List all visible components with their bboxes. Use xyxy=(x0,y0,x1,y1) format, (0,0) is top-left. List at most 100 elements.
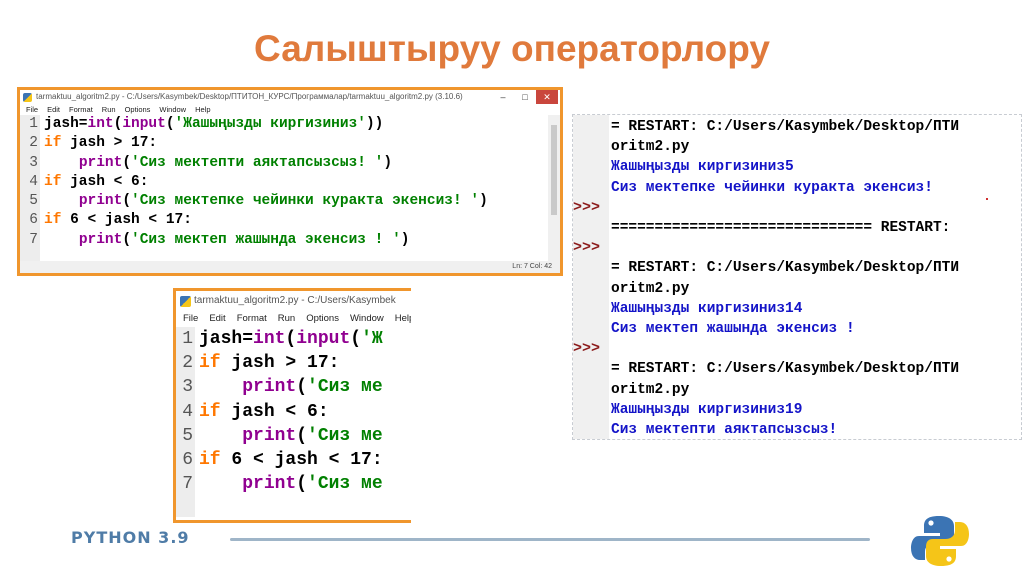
code-line: print('Сиз мектепти аяктапсызсыз! ') xyxy=(44,154,560,173)
code-token: int xyxy=(253,329,286,349)
code-line: if 6 < jash < 17: xyxy=(44,211,560,230)
code-line: jash=int(input('Ж xyxy=(199,327,411,351)
line-number: 3 xyxy=(182,377,193,398)
line-number: 2 xyxy=(182,353,193,374)
scrollbar-thumb[interactable] xyxy=(551,125,557,215)
idle-editor-window-zoomed: tarmaktuu_algoritm2.py - C:/Users/Kasymb… xyxy=(173,288,411,523)
menu-item-edit[interactable]: Edit xyxy=(209,311,225,327)
code-token: 'Сиз ме xyxy=(307,425,383,446)
python-file-icon xyxy=(23,93,32,102)
close-button[interactable]: ✕ xyxy=(536,90,558,104)
shell-text: = RESTART: C:/Users/Kasymbek/Desktop/ПТИ… xyxy=(611,117,960,439)
menu-item-format[interactable]: Format xyxy=(237,311,267,327)
menu-item-file[interactable]: File xyxy=(26,104,38,115)
line-number: 4 xyxy=(29,173,38,190)
prompt-gutter: >>> >>> >>> xyxy=(573,115,609,439)
shell-line: oritm2.py xyxy=(611,139,690,156)
menu-bar: File Edit Format Run Options Window Help xyxy=(20,104,560,115)
code-line: if jash > 17: xyxy=(199,351,411,375)
shell-line: = RESTART: C:/Users/Kasymbek/Desktop/ПТИ xyxy=(611,119,960,135)
shell-prompt: >>> xyxy=(573,239,601,256)
code-line: if 6 < jash < 17: xyxy=(199,448,411,472)
code-token: 'Сиз мектеп жашында экенсиз ! ' xyxy=(131,231,401,248)
code-token: ( xyxy=(122,154,132,171)
status-bar: Ln: 7 Col: 42 xyxy=(20,261,560,273)
shell-line: oritm2.py xyxy=(611,381,690,398)
code-area[interactable]: jash=int(input('Жашыңызды киргизиниз')) i… xyxy=(40,115,560,261)
line-number: 7 xyxy=(182,474,193,495)
menu-item-run[interactable]: Run xyxy=(278,311,295,327)
menu-item-window[interactable]: Window xyxy=(350,311,384,327)
shell-line: Жашыңызды киргизиниз14 xyxy=(611,300,803,317)
code-area[interactable]: jash=int(input('Ж if jash > 17: print('Си… xyxy=(195,327,411,517)
shell-prompt: >>> xyxy=(573,340,601,357)
code-token: ( xyxy=(296,474,308,495)
line-number: 6 xyxy=(182,450,193,471)
code-editor[interactable]: 1234567 jash=int(input('Жашыңызды киргиз… xyxy=(20,115,560,261)
code-token: ( xyxy=(350,329,362,349)
code-token: ( xyxy=(122,231,132,248)
line-number-gutter: 1 2 3 4 5 6 7 xyxy=(176,327,195,517)
python-shell-output[interactable]: >>> >>> >>> = RESTART: C:/Users/Kasymbek… xyxy=(572,114,1022,440)
line-number: 1 xyxy=(29,116,38,132)
code-line: print('Сиз ме xyxy=(199,375,411,399)
python-logo-icon xyxy=(911,516,969,566)
menu-item-run[interactable]: Run xyxy=(102,104,116,115)
python-version-logo: PYTHON 3.9 xyxy=(71,528,190,547)
code-token: print xyxy=(242,425,297,446)
menu-item-help[interactable]: Help xyxy=(395,311,411,327)
code-token: 'Сиз мектепти аяктапсызсыз! ' xyxy=(131,154,384,171)
shell-prompt: >>> xyxy=(573,199,601,216)
code-token: print xyxy=(78,231,123,248)
line-number-gutter: 1 2 3 4 5 6 7 xyxy=(20,115,40,261)
menu-item-edit[interactable]: Edit xyxy=(47,104,60,115)
footer-divider xyxy=(230,538,870,541)
code-token: if xyxy=(199,450,221,471)
minimize-button[interactable]: – xyxy=(492,90,514,104)
shell-line: Жашыңызды киргизиниз19 xyxy=(611,401,803,418)
line-number: 3 xyxy=(29,154,38,171)
code-token: 'Сиз ме xyxy=(307,377,383,398)
code-token: jash < 6: xyxy=(61,173,149,190)
menu-item-options[interactable]: Options xyxy=(306,311,339,327)
code-line: print('Сиз мектеп жашында экенсиз ! ') xyxy=(44,231,560,250)
code-token: jash > 17: xyxy=(61,135,158,152)
code-line: if jash > 17: xyxy=(44,134,560,153)
vertical-scrollbar[interactable] xyxy=(548,115,560,261)
code-token: 'Сиз мектепке чейинки куракта экенсиз! ' xyxy=(131,193,480,210)
shell-line: Сиз мектепке чейинки куракта экенсиз! xyxy=(611,179,933,196)
code-token: ) xyxy=(400,231,410,248)
shell-line: Сиз мектеп жашында экенсиз ! xyxy=(611,321,855,338)
code-line: if jash < 6: xyxy=(199,400,411,424)
code-line: print('Сиз ме xyxy=(199,472,411,496)
shell-line: oritm2.py xyxy=(611,280,690,297)
code-token: if xyxy=(44,212,62,229)
code-token: jash= xyxy=(44,116,88,132)
code-line: if jash < 6: xyxy=(44,173,560,192)
maximize-button[interactable]: □ xyxy=(514,90,536,104)
window-title: tarmaktuu_algoritm2.py - C:/Users/Kasymb… xyxy=(194,295,396,306)
shell-line: = RESTART: C:/Users/Kasymbek/Desktop/ПТИ xyxy=(611,361,960,378)
code-token: 6 < jash < 17: xyxy=(61,212,192,229)
menu-item-window[interactable]: Window xyxy=(159,104,186,115)
menu-bar: File Edit Format Run Options Window Help xyxy=(176,311,411,327)
shell-line: ============================== RESTART: xyxy=(611,220,951,237)
menu-item-options[interactable]: Options xyxy=(125,104,151,115)
slide-title: Салыштыруу операторлору xyxy=(254,28,770,69)
menu-item-help[interactable]: Help xyxy=(195,104,210,115)
line-number: 4 xyxy=(182,401,193,422)
menu-item-file[interactable]: File xyxy=(183,311,198,327)
menu-item-format[interactable]: Format xyxy=(69,104,93,115)
code-token: ( xyxy=(285,329,297,349)
code-token: print xyxy=(78,154,123,171)
code-line: jash=int(input('Жашыңызды киргизиниз')) xyxy=(44,115,560,134)
code-token: ( xyxy=(296,425,308,446)
code-token: print xyxy=(242,377,297,398)
code-token: 6 < jash < 17: xyxy=(220,450,383,471)
shell-line: = RESTART: C:/Users/Kasymbek/Desktop/ПТИ xyxy=(611,260,960,277)
line-number: 2 xyxy=(29,135,38,152)
code-editor[interactable]: 1234567 jash=int(input('Ж if jash > 17: p… xyxy=(176,327,411,517)
